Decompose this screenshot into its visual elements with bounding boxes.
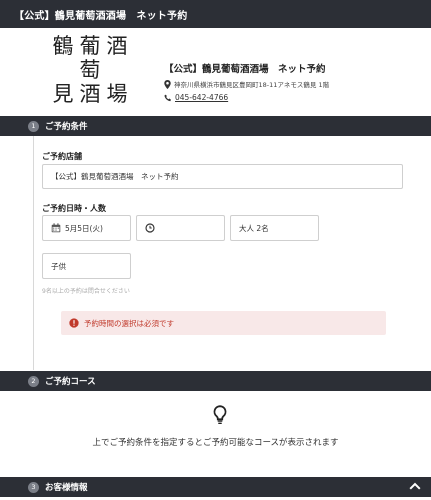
shop-header: 鶴葡酒 萄 見酒場 【公式】鶴見葡萄酒酒場 ネット予約 神奈川県横浜市鶴見区豊岡…: [0, 28, 431, 116]
adults-select[interactable]: 大人 2名: [230, 215, 319, 241]
location-pin-icon: [164, 79, 171, 89]
section-number: 3: [28, 481, 39, 493]
calendar-icon: [51, 223, 61, 233]
store-label: ご予約店舗: [42, 152, 82, 161]
shop-logo: 鶴葡酒 萄 見酒場: [52, 34, 134, 106]
phone-link[interactable]: 045-642-4766: [175, 93, 228, 102]
error-message: 予約時間の選択は必須です: [61, 311, 386, 335]
scroll-to-top-button[interactable]: [402, 475, 428, 497]
store-select[interactable]: 【公式】鶴見葡萄酒酒場 ネット予約: [42, 164, 403, 189]
party-size-help: 9名以上の予約は問合せください: [42, 288, 130, 295]
children-select[interactable]: 子供: [42, 253, 131, 279]
section-title: お客様情報: [45, 483, 88, 493]
app-title: 【公式】鶴見葡萄酒酒場 ネット予約: [14, 10, 188, 22]
shop-phone[interactable]: 045-642-4766: [164, 93, 329, 102]
section-number: 2: [28, 375, 39, 387]
time-picker[interactable]: [136, 215, 225, 241]
date-picker[interactable]: 5月5日(火): [42, 215, 131, 241]
shop-address: 神奈川県横浜市鶴見区豊岡町18-11アネモス鶴見 1階: [164, 79, 329, 89]
lightbulb-icon: [213, 405, 227, 429]
chevron-up-icon: [409, 482, 421, 490]
clock-icon: [145, 223, 155, 233]
course-placeholder-message: 上でご予約条件を指定するとご予約可能なコースが表示されます: [92, 438, 339, 448]
section-title: ご予約コース: [45, 377, 96, 387]
phone-icon: [164, 94, 171, 101]
section-number: 1: [28, 120, 39, 132]
section-title: ご予約条件: [45, 122, 88, 132]
shop-info: 【公式】鶴見葡萄酒酒場 ネット予約 神奈川県横浜市鶴見区豊岡町18-11アネモス…: [164, 61, 329, 102]
app-title-bar: 【公式】鶴見葡萄酒酒場 ネット予約: [0, 0, 431, 28]
datetime-label: ご予約日時・人数: [42, 204, 106, 213]
alert-icon: [69, 318, 79, 328]
section-bar-conditions: 1 ご予約条件: [0, 116, 431, 136]
shop-name: 【公式】鶴見葡萄酒酒場 ネット予約: [164, 64, 326, 75]
section-bar-customer: 3 お客様情報: [0, 477, 431, 497]
section-divider-line: [33, 136, 34, 370]
section-bar-course: 2 ご予約コース: [0, 371, 431, 391]
